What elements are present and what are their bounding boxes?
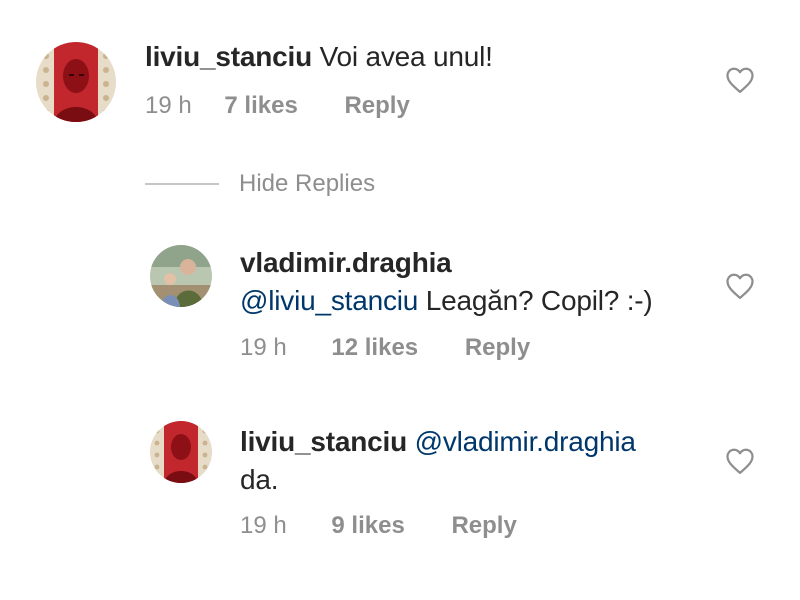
reply-meta: 19 h 9 likes Reply xyxy=(240,512,517,540)
replies-divider xyxy=(145,183,219,185)
reply-text: @liviu_stanciu Leagăn? Copil? :-) xyxy=(240,284,653,318)
reply-username[interactable]: liviu_stanciu xyxy=(240,426,407,457)
reply-time: 19 h xyxy=(240,512,287,539)
comment-body: Voi avea unul! xyxy=(319,41,493,72)
comment-item: liviu_stanciu Voi avea unul! 19 h 7 like… xyxy=(0,0,800,140)
comment-meta: 19 h 7 likes Reply xyxy=(145,92,410,120)
comments-screen: liviu_stanciu Voi avea unul! 19 h 7 like… xyxy=(0,0,800,600)
reply-button[interactable]: Reply xyxy=(451,512,516,539)
comment-text: liviu_stanciu Voi avea unul! xyxy=(145,40,493,74)
reply-item: vladimir.draghia @liviu_stanciu Leagăn? … xyxy=(0,230,800,370)
heart-outline-icon[interactable] xyxy=(725,447,755,475)
likes-count[interactable]: 7 likes xyxy=(224,92,297,119)
comment-time: 19 h xyxy=(145,92,192,119)
reply-text: liviu_stanciu @vladimir.draghia xyxy=(240,425,636,459)
reply-button[interactable]: Reply xyxy=(344,92,409,119)
red-portrait-avatar-image xyxy=(36,42,116,122)
reply-body: da. xyxy=(240,464,279,495)
likes-count[interactable]: 12 likes xyxy=(331,334,418,361)
hide-replies-button[interactable]: Hide Replies xyxy=(239,170,375,198)
red-portrait-avatar-image xyxy=(150,421,212,483)
reply-time: 19 h xyxy=(240,334,287,361)
reply-username-line: vladimir.draghia xyxy=(240,246,452,280)
man-with-child-avatar-image xyxy=(150,245,212,307)
reply-mention[interactable]: @liviu_stanciu xyxy=(240,285,418,316)
reply-button[interactable]: Reply xyxy=(465,334,530,361)
heart-outline-icon[interactable] xyxy=(725,66,755,94)
reply-mention[interactable]: @vladimir.draghia xyxy=(415,426,636,457)
avatar[interactable] xyxy=(36,42,116,122)
reply-item: liviu_stanciu @vladimir.draghia da. 19 h… xyxy=(0,405,800,555)
reply-username[interactable]: vladimir.draghia xyxy=(240,247,452,278)
reply-body: Leagăn? Copil? :-) xyxy=(425,285,653,316)
reply-meta: 19 h 12 likes Reply xyxy=(240,334,530,362)
heart-outline-icon[interactable] xyxy=(725,272,755,300)
likes-count[interactable]: 9 likes xyxy=(331,512,404,539)
avatar[interactable] xyxy=(150,421,212,483)
comment-username[interactable]: liviu_stanciu xyxy=(145,41,312,72)
avatar[interactable] xyxy=(150,245,212,307)
reply-body-line: da. xyxy=(240,463,279,497)
